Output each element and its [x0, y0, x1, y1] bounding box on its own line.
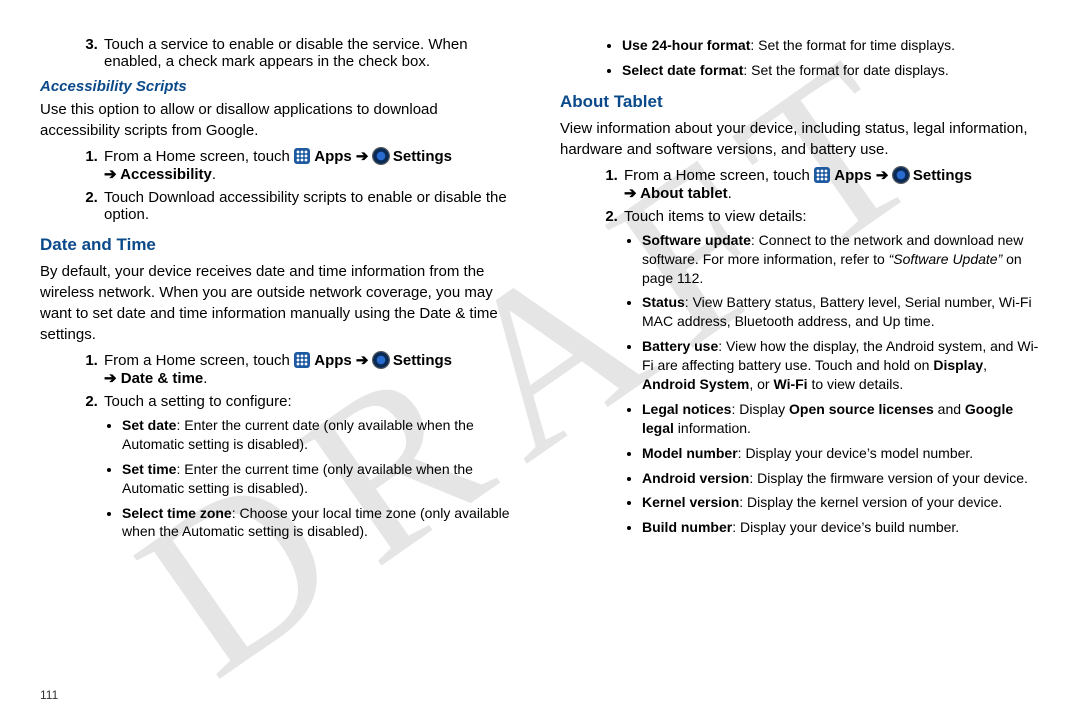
settings-icon: [893, 167, 909, 183]
dt-intro: By default, your device receives date an…: [40, 261, 520, 345]
apps-icon: [294, 148, 310, 164]
about-bullet: Legal notices: Display Open source licen…: [642, 400, 1040, 438]
settings-icon: [373, 148, 389, 164]
step-3: Touch a service to enable or disable the…: [102, 36, 520, 70]
about-step-2: Touch items to view details:: [622, 208, 1040, 225]
about-bullet: Model number: Display your device’s mode…: [642, 444, 1040, 463]
acc-intro: Use this option to allow or disallow app…: [40, 99, 520, 141]
about-step-1: From a Home screen, touch Apps ➔ Setting…: [622, 166, 1040, 202]
apps-icon: [294, 352, 310, 368]
about-bullet: Android version: Display the firmware ve…: [642, 469, 1040, 488]
dt-bullet: Set time: Enter the current time (only a…: [122, 460, 520, 498]
dt-bullet: Set date: Enter the current date (only a…: [122, 416, 520, 454]
acc-step-1: From a Home screen, touch Apps ➔ Setting…: [102, 147, 520, 183]
about-bullet: Software update: Connect to the network …: [642, 231, 1040, 288]
heading-date-time: Date and Time: [40, 235, 520, 255]
dt-step-2: Touch a setting to configure:: [102, 393, 520, 410]
acc-step-2: Touch Download accessibility scripts to …: [102, 189, 520, 223]
about-bullet: Kernel version: Display the kernel versi…: [642, 493, 1040, 512]
heading-about-tablet: About Tablet: [560, 92, 1040, 112]
top-bullet: Select date format: Set the format for d…: [622, 61, 1040, 80]
about-bullet: Status: View Battery status, Battery lev…: [642, 293, 1040, 331]
settings-icon: [373, 352, 389, 368]
right-column: Use 24-hour format: Set the format for t…: [560, 30, 1040, 547]
apps-icon: [814, 167, 830, 183]
page-number: 111: [40, 688, 58, 702]
heading-accessibility-scripts: Accessibility Scripts: [40, 78, 520, 95]
top-bullet: Use 24-hour format: Set the format for t…: [622, 36, 1040, 55]
dt-step-1: From a Home screen, touch Apps ➔ Setting…: [102, 351, 520, 387]
about-bullet: Battery use: View how the display, the A…: [642, 337, 1040, 394]
about-bullet: Build number: Display your device’s buil…: [642, 518, 1040, 537]
left-column: Touch a service to enable or disable the…: [40, 30, 520, 547]
about-intro: View information about your device, incl…: [560, 118, 1040, 160]
dt-bullet: Select time zone: Choose your local time…: [122, 504, 520, 542]
